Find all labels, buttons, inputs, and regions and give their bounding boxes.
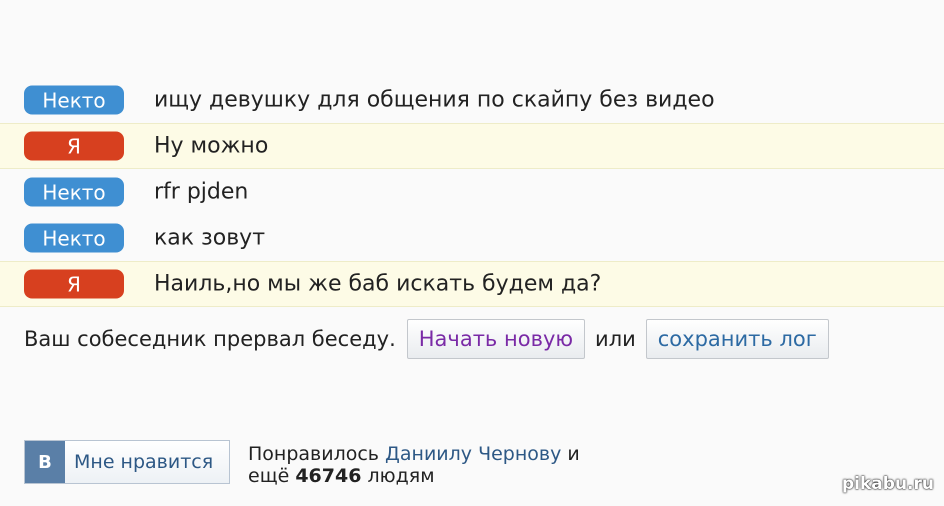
- sender-badge-me: Я: [24, 269, 124, 299]
- sender-badge-stranger: Некто: [24, 223, 124, 253]
- message-row-me: Я Наиль,но мы же баб искать будем да?: [0, 261, 944, 307]
- start-new-chat-button[interactable]: Начать новую: [406, 319, 586, 359]
- liked-more: ещё: [248, 465, 290, 487]
- save-log-button[interactable]: сохранить лог: [645, 319, 829, 359]
- liked-user-link[interactable]: Даниилу Чернову: [385, 443, 561, 465]
- message-row: Некто как зовут: [0, 215, 944, 261]
- like-label: Мне нравится: [74, 451, 214, 473]
- chat-ended-bar: Ваш собеседник прервал беседу. Начать но…: [24, 318, 829, 360]
- liked-by-text: Понравилось Даниилу Чернову и ещё 46746 …: [248, 443, 580, 487]
- liked-suffix: людям: [367, 465, 435, 487]
- message-text: Наиль,но мы же баб искать будем да?: [154, 271, 602, 297]
- message-row-me: Я Ну можно: [0, 123, 944, 169]
- liked-prefix: Понравилось: [248, 443, 379, 465]
- message-text: как зовут: [154, 225, 266, 251]
- chat-ended-text: Ваш собеседник прервал беседу.: [24, 327, 396, 351]
- message-text: rfr pjden: [154, 179, 249, 205]
- pikabu-watermark: pikabu.ru: [842, 474, 934, 494]
- sender-badge-stranger: Некто: [24, 177, 124, 207]
- chat-log: Некто ищу девушку для общения по скайпу …: [0, 77, 944, 307]
- liked-and: и: [567, 443, 580, 465]
- or-text: или: [595, 327, 636, 351]
- message-row: Некто ищу девушку для общения по скайпу …: [0, 77, 944, 123]
- liked-count: 46746: [295, 465, 362, 487]
- sender-badge-stranger: Некто: [24, 85, 124, 115]
- vk-logo-icon: В: [25, 441, 65, 483]
- sender-badge-me: Я: [24, 131, 124, 161]
- message-text: ищу девушку для общения по скайпу без ви…: [154, 87, 715, 113]
- vk-like-button[interactable]: В Мне нравится: [24, 440, 230, 484]
- message-row: Некто rfr pjden: [0, 169, 944, 215]
- message-text: Ну можно: [154, 133, 269, 159]
